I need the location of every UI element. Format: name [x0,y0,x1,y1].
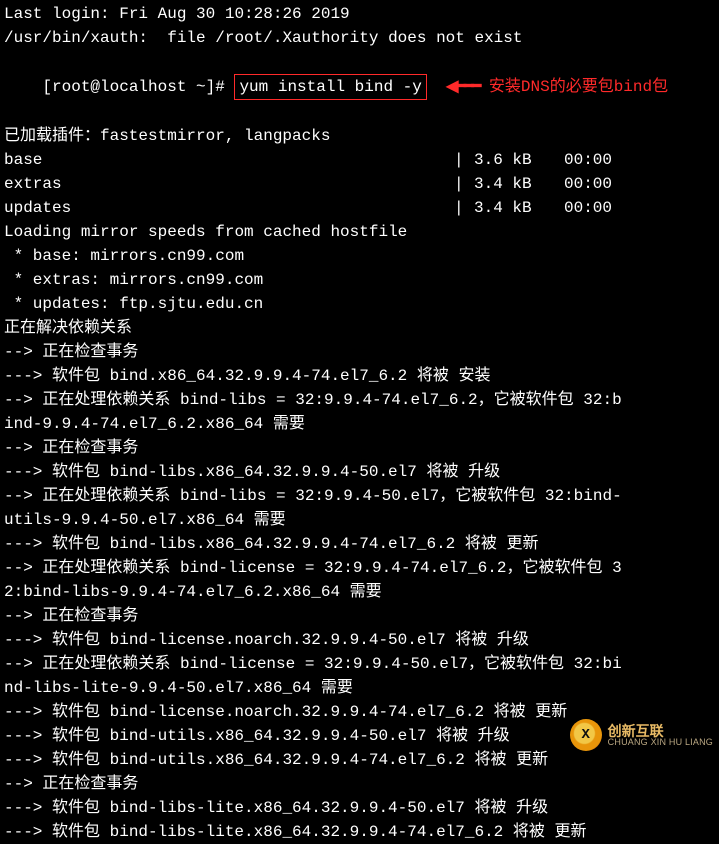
repo-name: updates [4,196,454,220]
repo-size: 3.4 kB [474,172,564,196]
log-line: --> 正在处理依赖关系 bind-libs = 32:9.9.4-74.el7… [4,388,715,412]
repo-row: updates | 3.4 kB 00:00 [4,196,715,220]
watermark: X 创新互联 CHUANG XIN HU LIANG [570,719,713,751]
log-line: --> 正在检查事务 [4,604,715,628]
repo-name: base [4,148,454,172]
repo-size: 3.6 kB [474,148,564,172]
command-highlight-box: yum install bind -y [234,74,426,100]
mirror-line: * base: mirrors.cn99.com [4,244,715,268]
repo-table: base | 3.6 kB 00:00 extras | 3.4 kB 00:0… [4,148,715,220]
terminal-output: Last login: Fri Aug 30 10:28:26 2019 /us… [4,2,715,844]
log-line: --> 正在处理依赖关系 bind-license = 32:9.9.4-74.… [4,556,715,580]
repo-name: extras [4,172,454,196]
log-line: ---> 软件包 bind-libs.x86_64.32.9.9.4-74.el… [4,532,715,556]
mirror-line: * extras: mirrors.cn99.com [4,268,715,292]
log-line: --> 正在处理依赖关系 bind-libs = 32:9.9.4-50.el7… [4,484,715,508]
log-line: 2:bind-libs-9.9.4-74.el7_6.2.x86_64 需要 [4,580,715,604]
log-line: --> 正在检查事务 [4,436,715,460]
log-line: ---> 软件包 bind-libs.x86_64.32.9.9.4-50.el… [4,460,715,484]
repo-row: base | 3.6 kB 00:00 [4,148,715,172]
watermark-cn: 创新互联 [608,724,713,738]
watermark-icon: X [570,719,602,751]
repo-time: 00:00 [564,172,654,196]
loaded-plugins-line: 已加载插件：fastestmirror, langpacks [4,124,715,148]
log-line: utils-9.9.4-50.el7.x86_64 需要 [4,508,715,532]
repo-row: extras | 3.4 kB 00:00 [4,172,715,196]
log-line: nd-libs-lite-9.9.4-50.el7.x86_64 需要 [4,676,715,700]
log-line: ind-9.9.4-74.el7_6.2.x86_64 需要 [4,412,715,436]
log-line: ---> 软件包 bind.x86_64.32.9.9.4-74.el7_6.2… [4,364,715,388]
command-line: [root@localhost ~]# yum install bind -y … [4,50,715,124]
last-login-line: Last login: Fri Aug 30 10:28:26 2019 [4,2,715,26]
repo-time: 00:00 [564,148,654,172]
xauth-line: /usr/bin/xauth: file /root/.Xauthority d… [4,26,715,50]
log-line: --> 正在检查事务 [4,340,715,364]
mirror-loading-line: Loading mirror speeds from cached hostfi… [4,220,715,244]
log-line: --> 正在处理依赖关系 bind-license = 32:9.9.4-50.… [4,652,715,676]
log-line: ---> 软件包 bind-license.noarch.32.9.9.4-50… [4,628,715,652]
log-line: ---> 软件包 bind-libs-lite.x86_64.32.9.9.4-… [4,820,715,844]
mirror-line: * updates: ftp.sjtu.edu.cn [4,292,715,316]
log-line: 正在解决依赖关系 [4,316,715,340]
shell-prompt: [root@localhost ~]# [42,78,234,96]
log-line: ---> 软件包 bind-utils.x86_64.32.9.9.4-74.e… [4,748,715,772]
repo-sep: | [454,172,474,196]
annotation-arrow: ◀━━━ [446,78,479,96]
command-text[interactable]: yum install bind -y [239,78,421,96]
log-line: ---> 软件包 bind-libs-lite.x86_64.32.9.9.4-… [4,796,715,820]
annotation-text: 安装DNS的必要包bind包 [489,78,668,96]
repo-sep: | [454,196,474,220]
repo-sep: | [454,148,474,172]
repo-size: 3.4 kB [474,196,564,220]
repo-time: 00:00 [564,196,654,220]
watermark-text: 创新互联 CHUANG XIN HU LIANG [608,724,713,747]
log-line: --> 正在检查事务 [4,772,715,796]
watermark-en: CHUANG XIN HU LIANG [608,738,713,747]
